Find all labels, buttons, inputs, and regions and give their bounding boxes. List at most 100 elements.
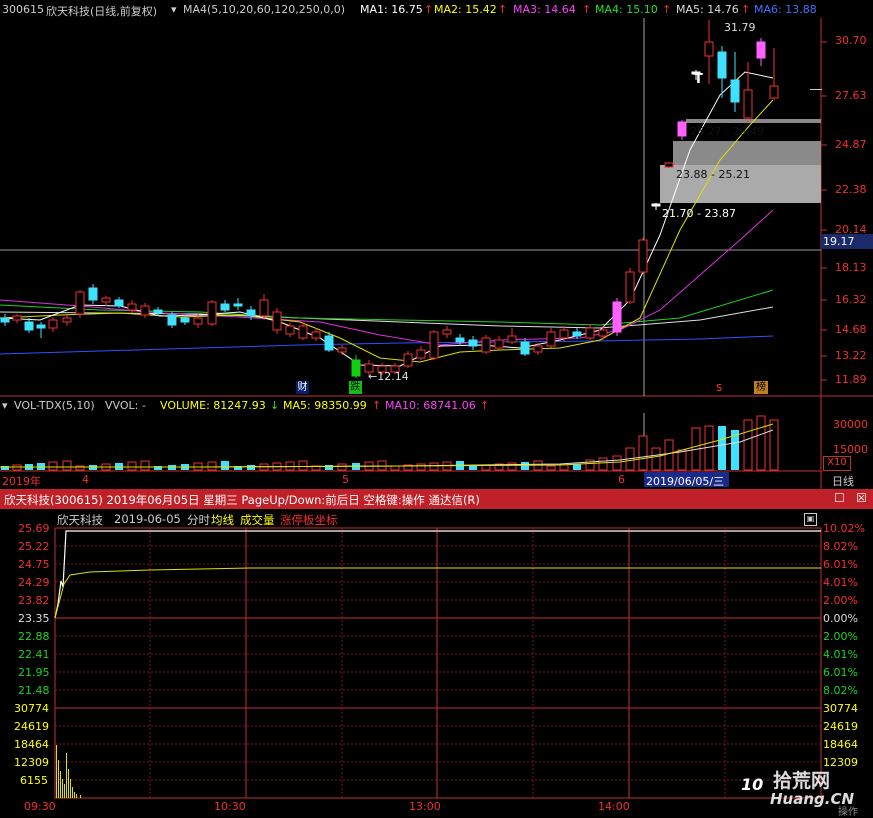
- volume-bar: [285, 461, 295, 471]
- pct-tick: 2.00%: [823, 630, 858, 643]
- pct-tick: 8.02%: [823, 540, 858, 553]
- pct-tick: 8.02%: [823, 684, 858, 697]
- volume-bar: [677, 449, 687, 471]
- price-tick: 22.38: [835, 183, 867, 196]
- current-price-badge: 19.17: [821, 234, 873, 249]
- vol-tick: 30000: [833, 418, 868, 431]
- intraday-chart[interactable]: [0, 509, 873, 816]
- volume-bar: [390, 465, 400, 471]
- date-label: 4: [82, 473, 89, 486]
- gap-label-1: 26.27 - 26.49: [690, 125, 764, 138]
- volume-bar: [247, 465, 255, 470]
- ma3-line: [0, 209, 774, 346]
- time-tick: 10:30: [214, 800, 246, 813]
- vol-ma10-value: MA10: 68741.06: [385, 399, 476, 412]
- vol-ma10-up-icon: ↑: [480, 399, 490, 412]
- s-marker[interactable]: s: [716, 380, 722, 394]
- candle-body: [625, 271, 635, 303]
- volume-bar: [718, 426, 726, 470]
- candle-body: [664, 162, 674, 168]
- candle-body: [638, 239, 648, 273]
- finance-marker[interactable]: 财: [296, 381, 309, 394]
- high-label: 31.79: [724, 21, 756, 34]
- volume-bar: [377, 460, 387, 471]
- candle-body: [455, 337, 465, 343]
- candle-body: [12, 315, 22, 321]
- price-tick: 16.32: [835, 293, 867, 306]
- pct-tick: 2.00%: [823, 594, 858, 607]
- volume-bar: [598, 457, 608, 471]
- rank-marker[interactable]: 榜: [754, 381, 768, 394]
- volume-down-icon: ↓: [270, 399, 280, 412]
- volume-bar: [325, 465, 333, 470]
- vol-ma5-value: MA5: 98350.99: [283, 399, 367, 412]
- candle-body: [36, 324, 46, 329]
- gap-label-3: 21.70 - 23.87: [662, 207, 736, 220]
- candle-body: [730, 79, 740, 103]
- price-tick: 18.13: [835, 261, 867, 274]
- candle-body: [75, 291, 85, 315]
- volume-bar: [127, 461, 137, 471]
- vol-ma5-up-icon: ↑: [372, 399, 382, 412]
- candle-body: [285, 325, 295, 335]
- watermark-title: 拾荒网: [773, 770, 831, 792]
- vol-tick: 18464: [14, 738, 49, 751]
- pct-zero: 0.00%: [823, 612, 858, 625]
- gap-label-2: 23.88 - 25.21: [676, 168, 750, 181]
- volume-bar: [546, 465, 556, 471]
- candle-body: [403, 353, 413, 367]
- volume-bar: [651, 447, 661, 471]
- price-tick: 21.48: [18, 684, 50, 697]
- volume-chart[interactable]: [0, 412, 821, 472]
- watermark-number: 10: [741, 775, 764, 794]
- pct-tick: 6.01%: [823, 558, 858, 571]
- vol-tick: 12309: [14, 756, 49, 769]
- time-tick: 13:00: [409, 800, 441, 813]
- price-tick: 14.68: [835, 323, 867, 336]
- volume-bar: [337, 463, 347, 471]
- volume-header: ▾ VOL-TDX(5,10) VVOL: - VOLUME: 81247.93…: [0, 397, 820, 413]
- price-line: [54, 530, 821, 619]
- candle-body: [717, 51, 727, 79]
- volume-bar: [756, 415, 766, 471]
- vol-tick: 6155: [20, 774, 48, 787]
- price-tick: 24.87: [835, 138, 867, 151]
- candle-body: [769, 85, 779, 99]
- volume-indicator[interactable]: VOL-TDX(5,10): [14, 399, 95, 412]
- maximize-icon[interactable]: ☐: [834, 491, 845, 505]
- date-label: 5: [342, 473, 349, 486]
- price-tick: 22.41: [18, 648, 50, 661]
- low-label: ←12.14: [368, 370, 409, 383]
- candle-body: [193, 317, 203, 325]
- candle-body: [140, 305, 150, 316]
- candle-body: [167, 314, 177, 326]
- candle-body: [220, 303, 230, 311]
- ma4-line: [0, 289, 774, 326]
- average-line: [54, 567, 821, 619]
- volume-bar: [221, 461, 229, 470]
- candle-body: [598, 329, 608, 337]
- candle-body: [298, 325, 308, 339]
- candle-body: [533, 345, 543, 353]
- candle-body: [559, 329, 569, 339]
- candle-body: [62, 317, 72, 323]
- drop-marker[interactable]: 跌: [349, 381, 362, 394]
- period-label[interactable]: 日线: [832, 473, 854, 489]
- volume-bar: [62, 460, 72, 471]
- volume-bar: [298, 460, 308, 471]
- candle-body: [546, 331, 556, 347]
- price-tick: 24.75: [18, 558, 50, 571]
- price-tick: 27.63: [835, 89, 867, 102]
- close-icon[interactable]: ☒: [856, 491, 867, 505]
- price-tick: 11.89: [835, 373, 867, 386]
- candle-body: [651, 203, 661, 207]
- subwindow-title: 欣天科技(300615) 2019年06月05日 星期三 PageUp/Down…: [4, 493, 480, 507]
- volume-bar: [612, 455, 622, 471]
- price-tick: 25.22: [18, 540, 50, 553]
- price-tick: 30.70: [835, 34, 867, 47]
- subwindow-titlebar[interactable]: 欣天科技(300615) 2019年06月05日 星期三 PageUp/Down…: [0, 489, 873, 509]
- dropdown-icon[interactable]: ▾: [2, 399, 8, 412]
- candle-body: [311, 331, 321, 339]
- candle-body: [494, 339, 504, 349]
- pct-tick: 10.02%: [823, 522, 865, 535]
